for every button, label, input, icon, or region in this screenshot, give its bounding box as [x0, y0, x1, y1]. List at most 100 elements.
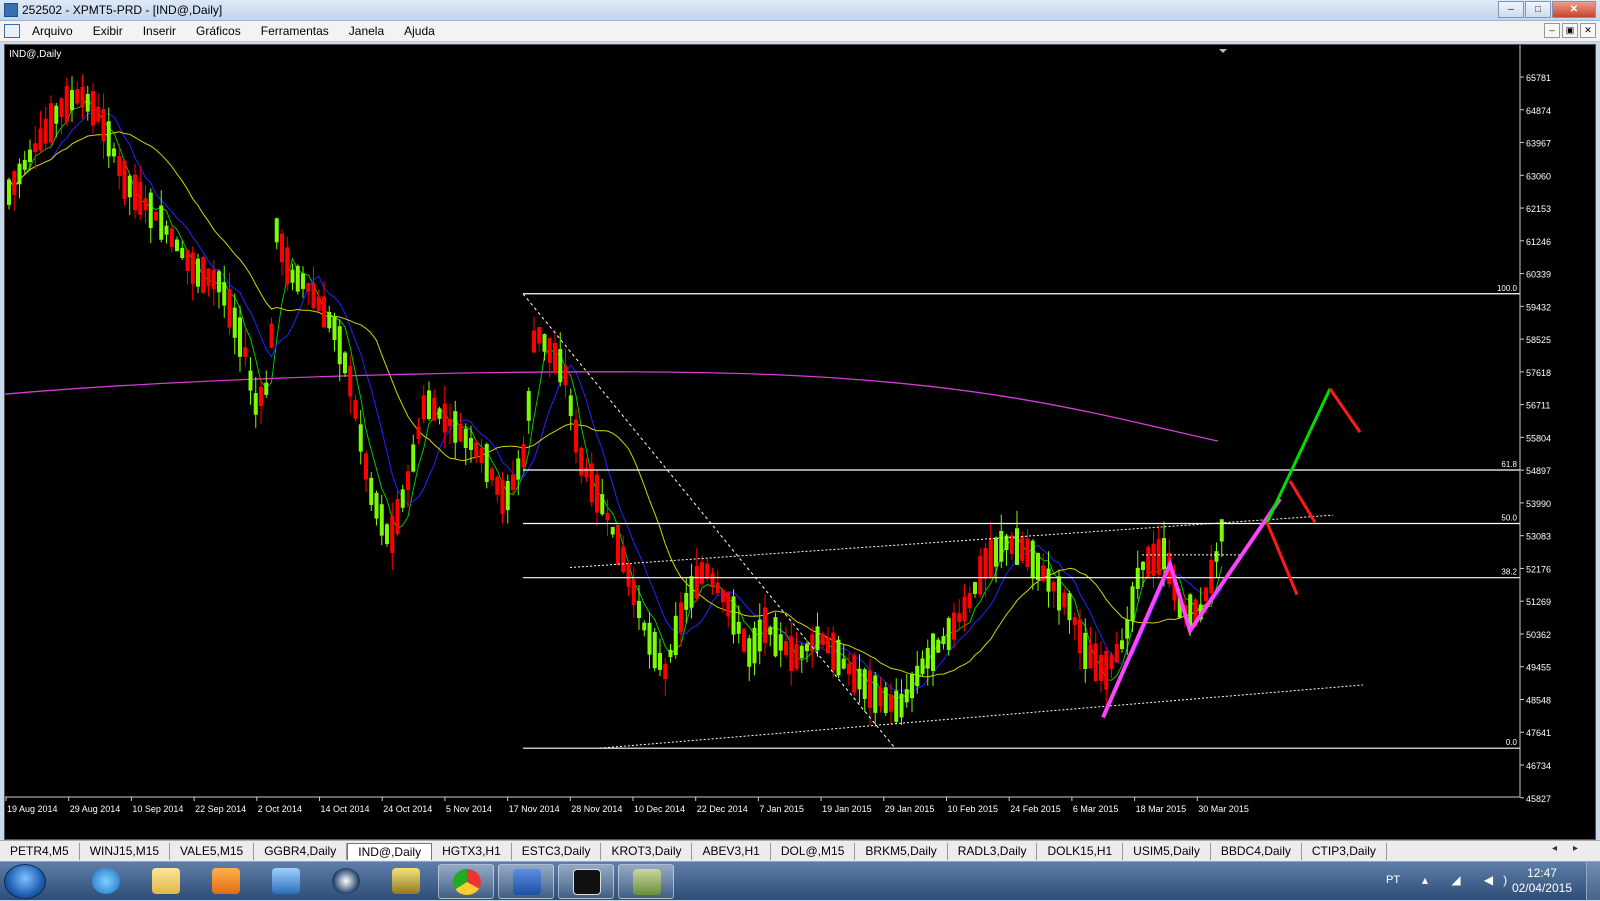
candle-body	[511, 474, 515, 491]
candle-body	[269, 323, 274, 348]
close-button[interactable]: ✕	[1552, 1, 1596, 18]
media-player-icon[interactable]	[198, 864, 254, 899]
symbol-tab[interactable]: BBDC4,Daily	[1211, 843, 1302, 860]
candle-body	[437, 408, 442, 419]
candle-body	[1151, 543, 1156, 576]
candle-body	[1130, 586, 1135, 622]
price-chart[interactable]: 100.0 61.8 50.0 38.2 0.0 65781 64874 63967 6306…	[4, 44, 1596, 840]
candle-body	[973, 582, 977, 594]
candle-body	[1209, 559, 1214, 594]
menu-arquivo[interactable]: Arquivo	[32, 24, 73, 38]
internet-explorer-icon[interactable]	[78, 864, 134, 899]
date-tick-label: 30 Mar 2015	[1198, 804, 1249, 814]
candle-body	[295, 265, 300, 292]
chart-document-icon[interactable]	[4, 24, 20, 38]
candle-body	[395, 498, 400, 535]
candle-body	[516, 458, 521, 480]
symbol-tab[interactable]: VALE5,M15	[170, 843, 255, 860]
candle-body	[994, 537, 998, 567]
chart-canvas[interactable]: 100.0 61.8 50.0 38.2 0.0 65781 64874 63967 6306…	[5, 45, 1595, 839]
symbol-tab[interactable]: DOL@,M15	[771, 843, 856, 860]
price-tick-label: 60339	[1526, 270, 1551, 280]
clock-time: 12:47	[1526, 866, 1557, 880]
symbol-tab[interactable]: DOLK15,H1	[1037, 843, 1124, 860]
menu-exibir[interactable]: Exibir	[93, 24, 123, 38]
chrome-icon[interactable]	[438, 864, 494, 899]
metatrader-icon[interactable]	[618, 864, 674, 899]
candle-body	[1025, 538, 1030, 568]
candle-body	[862, 669, 867, 699]
candle-body	[1104, 651, 1109, 690]
symbol-tab[interactable]: CTIP3,Daily	[1302, 843, 1387, 860]
hp-icon[interactable]	[318, 864, 374, 899]
price-tick-label: 52176	[1526, 564, 1551, 574]
candle-body	[988, 538, 993, 578]
candle-body	[579, 447, 584, 476]
menu-inserir[interactable]: Inserir	[143, 24, 176, 38]
symbol-tab[interactable]: IND@,Daily	[347, 843, 433, 860]
candle-body	[763, 607, 767, 644]
price-tick-label: 55804	[1526, 433, 1551, 443]
candle-body	[1051, 582, 1056, 592]
symbol-tab[interactable]: KROT3,Daily	[601, 843, 693, 860]
minimize-button[interactable]: –	[1498, 1, 1524, 18]
mdi-restore-button[interactable]: ▣	[1562, 23, 1578, 38]
candle-body	[778, 634, 783, 651]
menu-graficos[interactable]: Gráficos	[196, 24, 241, 38]
menu-ajuda[interactable]: Ajuda	[404, 24, 435, 38]
mdi-close-button[interactable]: ✕	[1580, 23, 1596, 38]
candle-body	[159, 205, 164, 240]
symbol-tab[interactable]: PETR4,M5	[0, 843, 80, 860]
fib-level-label: 50.0	[1501, 513, 1517, 522]
symbol-tab[interactable]: WINJ15,M15	[80, 843, 171, 860]
candle-body	[106, 121, 111, 157]
candle-body	[684, 593, 689, 610]
candle-body	[180, 247, 185, 258]
candle-body	[101, 109, 106, 142]
file-explorer-icon[interactable]	[138, 864, 194, 899]
show-desktop-button[interactable]	[1586, 862, 1600, 901]
word-icon[interactable]	[498, 864, 554, 899]
language-indicator[interactable]: PT	[1386, 874, 1400, 886]
symbol-tab[interactable]: USIM5,Daily	[1123, 843, 1211, 860]
symbol-tab[interactable]: HGTX3,H1	[432, 843, 512, 860]
candle-body	[285, 247, 290, 285]
projection-down-line	[1328, 387, 1362, 433]
menu-ferramentas[interactable]: Ferramentas	[261, 24, 329, 38]
menu-janela[interactable]: Janela	[349, 24, 384, 38]
symbol-tab[interactable]: RADL3,Daily	[948, 843, 1038, 860]
start-button[interactable]	[4, 864, 46, 899]
symbol-tab[interactable]: BRKM5,Daily	[855, 843, 948, 860]
xp-icon[interactable]	[558, 864, 614, 899]
candle-body	[448, 418, 452, 427]
tab-scroll-arrows[interactable]: ◂▸	[1552, 843, 1594, 854]
ma-mid-line	[8, 109, 1223, 694]
candle-body	[49, 103, 53, 143]
candle-body	[663, 663, 668, 680]
candle-body	[332, 316, 337, 340]
candle-body	[322, 296, 326, 328]
candle-body	[673, 615, 678, 656]
maximize-button[interactable]: □	[1525, 1, 1551, 18]
symbol-tab[interactable]: ABEV3,H1	[692, 843, 771, 860]
archive-icon[interactable]	[378, 864, 434, 899]
outlook-icon[interactable]	[258, 864, 314, 899]
candle-body	[1135, 567, 1140, 589]
symbol-tab[interactable]: GGBR4,Daily	[254, 843, 348, 860]
symbol-tab[interactable]: ESTC3,Daily	[512, 843, 602, 860]
candle-body	[1072, 617, 1077, 625]
candle-body	[316, 296, 321, 311]
mdi-minimize-button[interactable]: –	[1544, 23, 1560, 38]
date-tick-label: 10 Dec 2014	[634, 804, 685, 814]
candle-body	[616, 525, 620, 565]
candle-body	[841, 658, 846, 669]
date-tick-label: 24 Feb 2015	[1010, 804, 1061, 814]
candle-body	[1162, 538, 1166, 570]
candle-body	[243, 347, 248, 358]
tray-icons[interactable]: ▴ ◢ ◀)	[1422, 873, 1517, 887]
candle-body	[820, 633, 825, 645]
candle-body	[432, 397, 437, 421]
clock[interactable]: 12:47 02/04/2015	[1512, 866, 1572, 896]
candle-body	[1109, 654, 1114, 669]
candle-body	[154, 212, 158, 221]
